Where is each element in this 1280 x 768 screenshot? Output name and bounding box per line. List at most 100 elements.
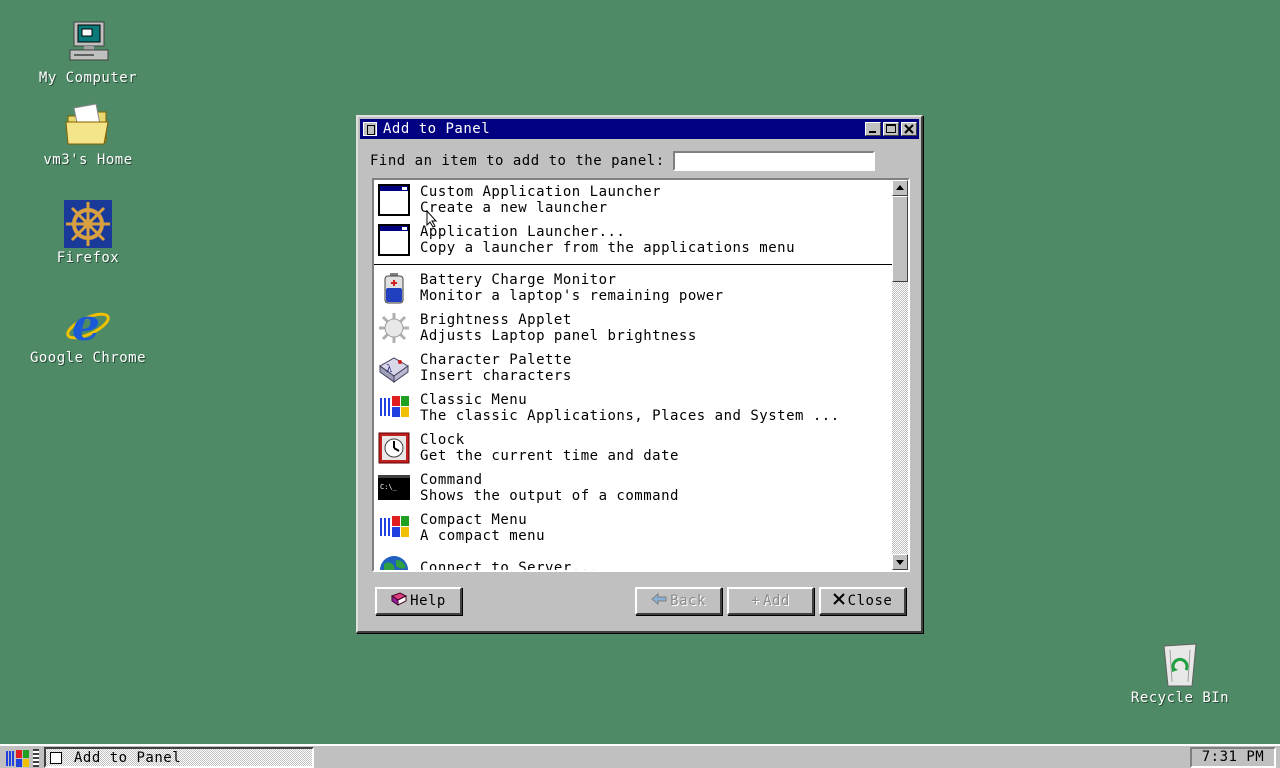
add-button-label: Add — [763, 593, 790, 609]
list-item[interactable]: λ Character Palette Insert characters — [374, 348, 892, 388]
find-row: Find an item to add to the panel: — [370, 151, 875, 171]
terminal-icon: C:\_ — [378, 472, 410, 504]
scroll-thumb[interactable] — [892, 196, 908, 282]
window-titlebar[interactable]: Add to Panel — [360, 119, 919, 139]
list-item[interactable]: Custom Application Launcher Create a new … — [374, 180, 892, 220]
launcher-window-icon — [378, 224, 410, 256]
item-name: Classic Menu — [420, 392, 528, 408]
window-menu-icon[interactable] — [363, 122, 377, 136]
maximize-button[interactable] — [883, 122, 899, 136]
taskbar-clock[interactable]: 7:31 PM — [1190, 747, 1276, 768]
back-button-label: Back — [670, 593, 706, 609]
item-name: Application Launcher... — [420, 224, 626, 240]
list-item[interactable]: Connect to Server... — [374, 548, 892, 572]
globe-icon — [378, 552, 410, 570]
start-menu-button[interactable] — [4, 748, 30, 768]
close-icon — [904, 124, 914, 134]
item-name: Brightness Applet — [420, 312, 572, 328]
desktop-icon-label: Google Chrome — [29, 350, 147, 366]
arrow-down-icon — [896, 560, 904, 565]
item-name: Command — [420, 472, 483, 488]
back-button[interactable]: Back — [635, 587, 722, 615]
find-label: Find an item to add to the panel: — [370, 153, 665, 169]
add-to-panel-window: Add to Panel Find an item to add to the … — [356, 115, 923, 633]
ship-wheel-icon — [64, 200, 112, 248]
windows-flag-icon — [378, 512, 410, 544]
add-button[interactable]: + Add — [727, 587, 814, 615]
svg-text:e: e — [72, 300, 101, 348]
desktop-icon-label: Firefox — [56, 250, 120, 266]
desktop-icon-home-folder[interactable]: vm3's Home — [13, 102, 163, 168]
close-window-button[interactable] — [901, 122, 917, 136]
launcher-window-icon — [378, 184, 410, 216]
item-desc: Insert characters — [420, 368, 572, 384]
item-name: Compact Menu — [420, 512, 528, 528]
item-desc: Adjusts Laptop panel brightness — [420, 328, 697, 344]
list-item[interactable]: Application Launcher... Copy a launcher f… — [374, 220, 892, 260]
arrow-left-icon — [651, 592, 667, 609]
desktop-icon-label: vm3's Home — [43, 152, 133, 168]
desktop-icon-my-computer[interactable]: My Computer — [13, 20, 163, 86]
taskbar-window-label: Add to Panel — [74, 749, 182, 766]
item-name: Custom Application Launcher — [420, 184, 662, 200]
list-item[interactable]: Battery Charge Monitor Monitor a laptop's… — [374, 268, 892, 308]
svg-text:λ: λ — [386, 364, 393, 375]
internet-explorer-icon: e — [64, 300, 112, 351]
desktop-icon-label: Recycle BIn — [1130, 690, 1230, 706]
close-x-icon — [832, 593, 845, 609]
desktop-icon-recycle-bin[interactable]: Recycle BIn — [1105, 640, 1255, 706]
list-item[interactable]: C:\_ Command Shows the output of a comman… — [374, 468, 892, 508]
item-desc: Copy a launcher from the applications me… — [420, 240, 796, 256]
help-button[interactable]: Help — [375, 587, 462, 615]
item-desc: A compact menu — [420, 528, 546, 544]
item-list-content: Custom Application Launcher Create a new … — [374, 180, 892, 572]
list-scrollbar[interactable] — [892, 180, 908, 570]
window-icon — [50, 751, 62, 764]
scroll-up-button[interactable] — [892, 180, 908, 196]
scroll-down-button[interactable] — [892, 554, 908, 570]
taskbar-window-button[interactable]: Add to Panel — [44, 747, 314, 768]
item-desc: Monitor a laptop's remaining power — [420, 288, 724, 304]
item-list: Custom Application Launcher Create a new … — [372, 178, 910, 572]
find-input[interactable] — [672, 151, 875, 171]
item-desc: The classic Applications, Places and Sys… — [420, 408, 840, 424]
computer-icon — [64, 20, 112, 68]
item-name: Battery Charge Monitor — [420, 272, 617, 288]
recycle-bin-icon — [1156, 640, 1204, 688]
windows-flag-icon — [378, 392, 410, 424]
desktop-icon-label: My Computer — [38, 70, 138, 86]
close-button[interactable]: Close — [819, 587, 906, 615]
help-button-label: Help — [410, 593, 446, 609]
svg-text:C:\_: C:\_ — [380, 483, 398, 491]
arrow-up-icon — [896, 185, 904, 190]
plus-icon: + — [751, 593, 761, 609]
help-book-icon — [391, 592, 408, 610]
minimize-icon — [869, 131, 876, 133]
list-separator — [374, 264, 892, 265]
battery-icon — [378, 272, 410, 304]
windows-flag-icon — [6, 750, 29, 767]
list-item[interactable]: Brightness Applet Adjusts Laptop panel br… — [374, 308, 892, 348]
list-item[interactable]: Compact Menu A compact menu — [374, 508, 892, 548]
taskbar: Add to Panel 7:31 PM — [0, 744, 1280, 768]
mouse-cursor — [426, 209, 438, 232]
folder-icon — [64, 102, 112, 150]
desktop-icon-firefox[interactable]: Firefox — [13, 200, 163, 266]
clock-icon — [378, 432, 410, 464]
brightness-sun-icon — [378, 312, 410, 344]
item-desc: Shows the output of a command — [420, 488, 679, 504]
close-button-label: Close — [847, 593, 893, 609]
item-name: Connect to Server... — [420, 560, 599, 572]
list-item[interactable]: Clock Get the current time and date — [374, 428, 892, 468]
window-title: Add to Panel — [383, 121, 491, 137]
maximize-icon — [886, 124, 896, 133]
character-palette-icon: λ — [378, 352, 410, 384]
item-desc: Create a new launcher — [420, 200, 608, 216]
minimize-button[interactable] — [865, 122, 881, 136]
list-item[interactable]: Classic Menu The classic Applications, Pl… — [374, 388, 892, 428]
item-name: Character Palette — [420, 352, 572, 368]
desktop-icon-google-chrome[interactable]: e Google Chrome — [13, 300, 163, 366]
item-name: Clock — [420, 432, 465, 448]
item-desc: Get the current time and date — [420, 448, 679, 464]
taskbar-grip[interactable] — [33, 749, 39, 767]
